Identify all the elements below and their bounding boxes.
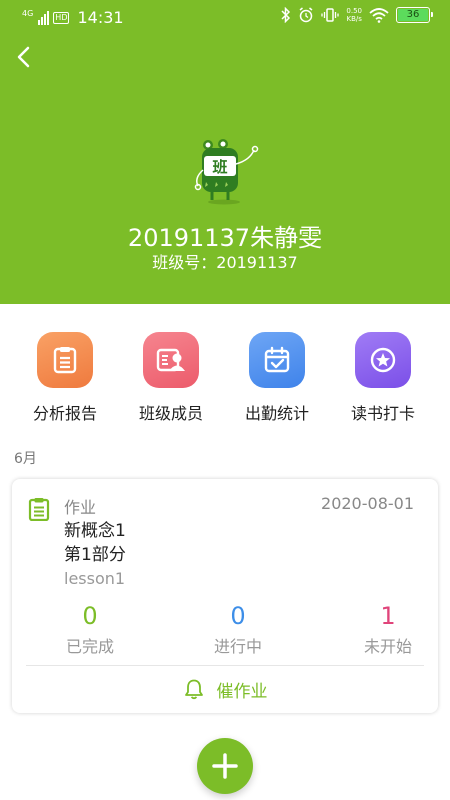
stat-value: 1	[380, 602, 396, 630]
status-bar-right: 0.50 KB/s 36	[281, 7, 433, 23]
stat-value: 0	[82, 602, 98, 630]
status-time: 14:31	[77, 8, 124, 27]
homework-lesson: lesson1	[64, 569, 126, 588]
speed-unit: KB/s	[346, 15, 362, 23]
chevron-left-icon	[17, 46, 30, 68]
signal-icon	[38, 10, 50, 25]
homework-date: 2020-08-01	[321, 494, 414, 513]
stat-completed: 0 已完成	[50, 602, 130, 657]
stat-label: 未开始	[363, 637, 412, 656]
back-button[interactable]	[8, 42, 38, 72]
feature-label: 分析报告	[32, 404, 97, 423]
feature-label: 出勤统计	[244, 404, 309, 423]
alarm-icon	[299, 7, 313, 23]
feature-reading-checkin[interactable]: 读书打卡	[330, 328, 436, 428]
feature-grid: 分析报告 班级成员 出勤统计 读书打卡	[0, 328, 450, 428]
homework-card[interactable]: 作业 2020-08-01 新概念1 第1部分 lesson1 0 已完成 0 …	[12, 479, 438, 713]
network-type: 4G	[22, 9, 34, 18]
feature-attendance-stats[interactable]: 出勤统计	[224, 328, 330, 428]
homework-type: 作业	[64, 498, 97, 517]
wifi-icon	[369, 8, 389, 23]
stat-label: 进行中	[213, 637, 262, 656]
star-badge-icon	[355, 332, 411, 388]
class-mascot-icon: 班	[190, 136, 264, 206]
class-header: 4G HD 14:31 0.50 KB/s 36 班 20191137朱静雯 班…	[0, 0, 450, 304]
vibrate-icon	[321, 8, 340, 22]
month-header: 6月	[14, 451, 37, 467]
urge-homework-button[interactable]: 催作业	[12, 674, 438, 704]
status-bar-left: 4G HD 14:31	[22, 8, 124, 27]
battery-level: 36	[398, 9, 428, 21]
stat-label: 已完成	[65, 637, 114, 656]
class-number: 班级号：20191137	[152, 253, 298, 272]
network-speed: 0.50 KB/s	[346, 7, 362, 23]
stat-not-started: 1 未开始	[348, 602, 428, 657]
report-icon	[37, 332, 93, 388]
homework-section: 第1部分	[64, 545, 126, 565]
plus-icon	[212, 753, 238, 779]
calendar-icon	[249, 332, 305, 388]
stat-value: 0	[230, 602, 246, 630]
add-button[interactable]	[197, 738, 253, 794]
hd-badge: HD	[53, 11, 70, 24]
speed-value: 0.50	[346, 7, 362, 15]
homework-title: 新概念1	[64, 521, 126, 541]
card-divider	[26, 665, 424, 666]
feature-analysis-report[interactable]: 分析报告	[12, 328, 118, 428]
bluetooth-icon	[281, 7, 291, 23]
class-title: 20191137朱静雯	[127, 224, 323, 252]
bell-icon	[184, 679, 203, 700]
feature-class-members[interactable]: 班级成员	[118, 328, 224, 428]
urge-homework-label: 催作业	[216, 681, 268, 702]
clipboard-icon	[28, 498, 50, 521]
mascot-label: 班	[212, 158, 227, 176]
members-icon	[143, 332, 199, 388]
stat-in-progress: 0 进行中	[198, 602, 278, 657]
feature-label: 班级成员	[138, 404, 203, 423]
feature-label: 读书打卡	[350, 404, 415, 423]
status-bar: 4G HD 14:31 0.50 KB/s 36	[0, 0, 450, 36]
battery-icon: 36	[396, 7, 433, 23]
